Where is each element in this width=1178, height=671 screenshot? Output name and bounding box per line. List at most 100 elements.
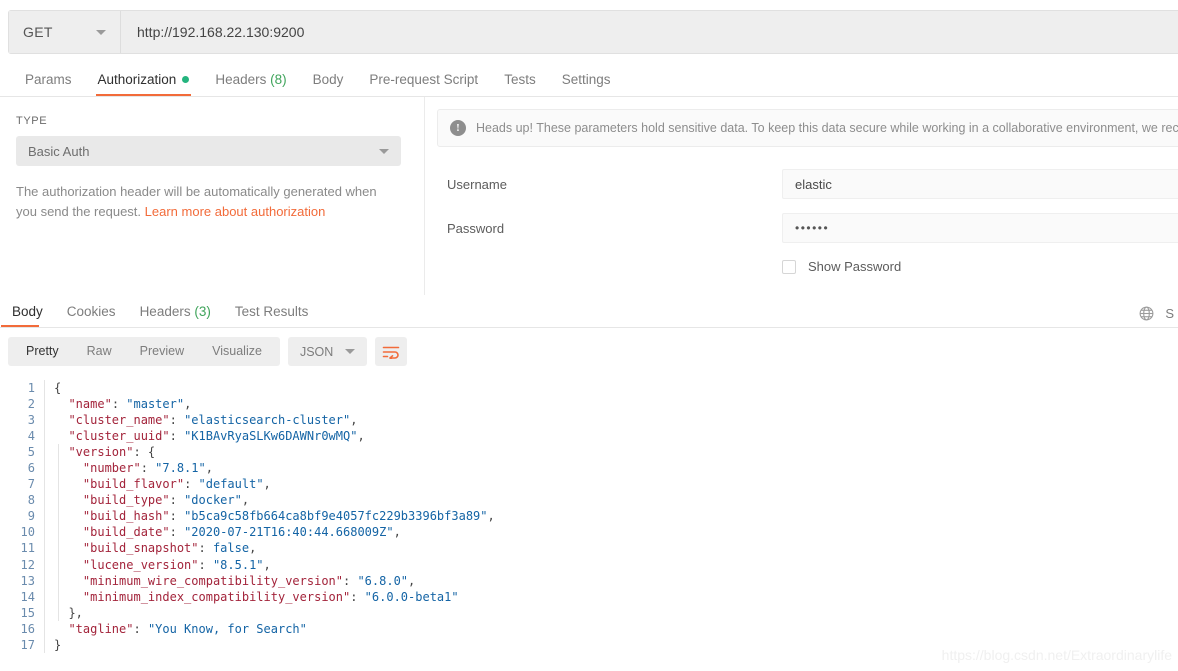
- line-number: 11: [20, 541, 35, 556]
- learn-more-link[interactable]: Learn more about authorization: [145, 204, 326, 219]
- code-token: "docker": [184, 493, 242, 508]
- request-tab-pre-request-script[interactable]: Pre-request Script: [356, 72, 491, 96]
- code-token: ,: [350, 413, 358, 428]
- code-token: "6.8.0": [357, 573, 409, 588]
- response-tab-cookies[interactable]: Cookies: [55, 304, 128, 327]
- line-number: 5: [27, 445, 35, 460]
- http-method-select[interactable]: GET: [9, 11, 121, 53]
- response-view-mode-group: Pretty Raw Preview Visualize: [8, 337, 280, 366]
- code-token: ,: [184, 397, 192, 412]
- password-row: Password ••••••: [425, 213, 1178, 243]
- code-token: false: [212, 541, 250, 556]
- code-token: "version": [68, 445, 134, 460]
- response-tab-bar: Body Cookies Headers (3) Test Results S: [0, 296, 1178, 328]
- code-token: :: [169, 493, 185, 508]
- show-password-label[interactable]: Show Password: [808, 259, 901, 274]
- view-mode-pretty[interactable]: Pretty: [12, 337, 73, 366]
- code-token: ,: [393, 525, 401, 540]
- code-token: "number": [82, 461, 141, 476]
- url-input[interactable]: http://192.168.22.130:9200: [121, 11, 1178, 53]
- line-number: 16: [20, 621, 35, 636]
- response-format-select[interactable]: JSON: [287, 337, 368, 366]
- request-tab-tests[interactable]: Tests: [491, 72, 549, 96]
- code-token: "build_hash": [82, 509, 170, 524]
- code-token: :: [198, 541, 213, 556]
- http-method-label: GET: [23, 24, 53, 40]
- line-number: 10: [20, 525, 35, 540]
- indent-guide: [44, 380, 45, 653]
- request-tab-body[interactable]: Body: [300, 72, 357, 96]
- code-token: :: [169, 429, 185, 444]
- code-token: "You Know, for Search": [147, 621, 307, 636]
- code-token: "lucene_version": [82, 557, 199, 572]
- auth-fields-column: ! Heads up! These parameters hold sensit…: [425, 97, 1178, 295]
- request-tab-label: Authorization: [97, 72, 177, 87]
- response-body-viewer[interactable]: 1 2 3 4 5 6 7 8 9 10 11 12 13 14 15 16 17 { "name": "mas…: [0, 375, 1178, 671]
- view-mode-raw[interactable]: Raw: [73, 337, 126, 366]
- code-line: },: [54, 605, 1178, 621]
- code-token: "elasticsearch-cluster": [184, 413, 351, 428]
- code-line: "number": "7.8.1",: [54, 460, 1178, 476]
- request-tab-params[interactable]: Params: [12, 72, 85, 96]
- line-number: 8: [27, 493, 35, 508]
- auth-type-select[interactable]: Basic Auth: [16, 136, 401, 166]
- line-number: 17: [20, 637, 35, 652]
- line-number: 12: [20, 557, 35, 572]
- code-token: :: [111, 397, 127, 412]
- password-value: ••••••: [795, 221, 830, 235]
- password-input[interactable]: ••••••: [782, 213, 1178, 243]
- code-token: :: [169, 525, 185, 540]
- code-token: ,: [408, 573, 416, 588]
- request-tab-label: Tests: [504, 72, 536, 87]
- response-body-code: { "name": "master", "cluster_name": "ela…: [44, 375, 1178, 671]
- request-tab-count: (8): [266, 72, 287, 87]
- code-token: "name": [68, 397, 112, 412]
- request-tab-settings[interactable]: Settings: [549, 72, 624, 96]
- view-mode-visualize[interactable]: Visualize: [198, 337, 276, 366]
- code-token: :: [133, 621, 148, 636]
- code-line: "build_hash": "b5ca9c58fb664ca8bf9e4057f…: [54, 508, 1178, 524]
- code-token: "default": [198, 477, 264, 492]
- code-token: "cluster_uuid": [68, 429, 170, 444]
- response-tab-headers[interactable]: Headers (3): [128, 304, 223, 327]
- auth-help-text: The authorization header will be automat…: [16, 182, 398, 222]
- code-token: ,: [249, 541, 257, 556]
- request-tab-label: Body: [312, 72, 344, 87]
- code-line: "build_date": "2020-07-21T16:40:44.66800…: [54, 524, 1178, 540]
- response-tab-test-results[interactable]: Test Results: [223, 304, 321, 327]
- code-token: :: [198, 557, 213, 572]
- request-tab-label: Params: [25, 72, 72, 87]
- show-password-checkbox[interactable]: [782, 259, 796, 274]
- request-tab-headers[interactable]: Headers (8): [202, 72, 299, 96]
- view-mode-preview[interactable]: Preview: [126, 337, 198, 366]
- line-number: 15: [20, 605, 35, 620]
- code-line: "cluster_name": "elasticsearch-cluster",: [54, 412, 1178, 428]
- code-token: "b5ca9c58fb664ca8bf9e4057fc229b3396bf3a8…: [184, 509, 488, 524]
- code-token: "7.8.1": [155, 461, 206, 476]
- request-tab-authorization[interactable]: Authorization: [85, 72, 203, 96]
- code-token: ,: [205, 461, 213, 476]
- response-status-text: S: [1165, 306, 1174, 321]
- sensitive-data-notice: ! Heads up! These parameters hold sensit…: [437, 109, 1178, 147]
- line-number: 6: [27, 461, 35, 476]
- response-tab-body[interactable]: Body: [0, 304, 55, 327]
- response-tab-label: Test Results: [234, 304, 309, 319]
- chevron-down-icon: [96, 29, 106, 35]
- request-tab-label: Pre-request Script: [369, 72, 479, 87]
- code-token: "minimum_wire_compatibility_version": [82, 573, 343, 588]
- chevron-down-icon: [379, 148, 389, 154]
- password-label: Password: [447, 220, 505, 236]
- username-input[interactable]: elastic: [782, 169, 1178, 199]
- line-number: 4: [27, 429, 35, 444]
- code-token: :: [184, 477, 199, 492]
- globe-icon[interactable]: [1138, 305, 1155, 322]
- auth-type-column: TYPE Basic Auth The authorization header…: [0, 97, 425, 295]
- code-token: "minimum_index_compatibility_version": [82, 589, 351, 604]
- word-wrap-icon[interactable]: [375, 337, 408, 366]
- code-line: "minimum_index_compatibility_version": "…: [54, 589, 1178, 605]
- line-number: 1: [27, 381, 35, 395]
- code-token: ,: [357, 429, 365, 444]
